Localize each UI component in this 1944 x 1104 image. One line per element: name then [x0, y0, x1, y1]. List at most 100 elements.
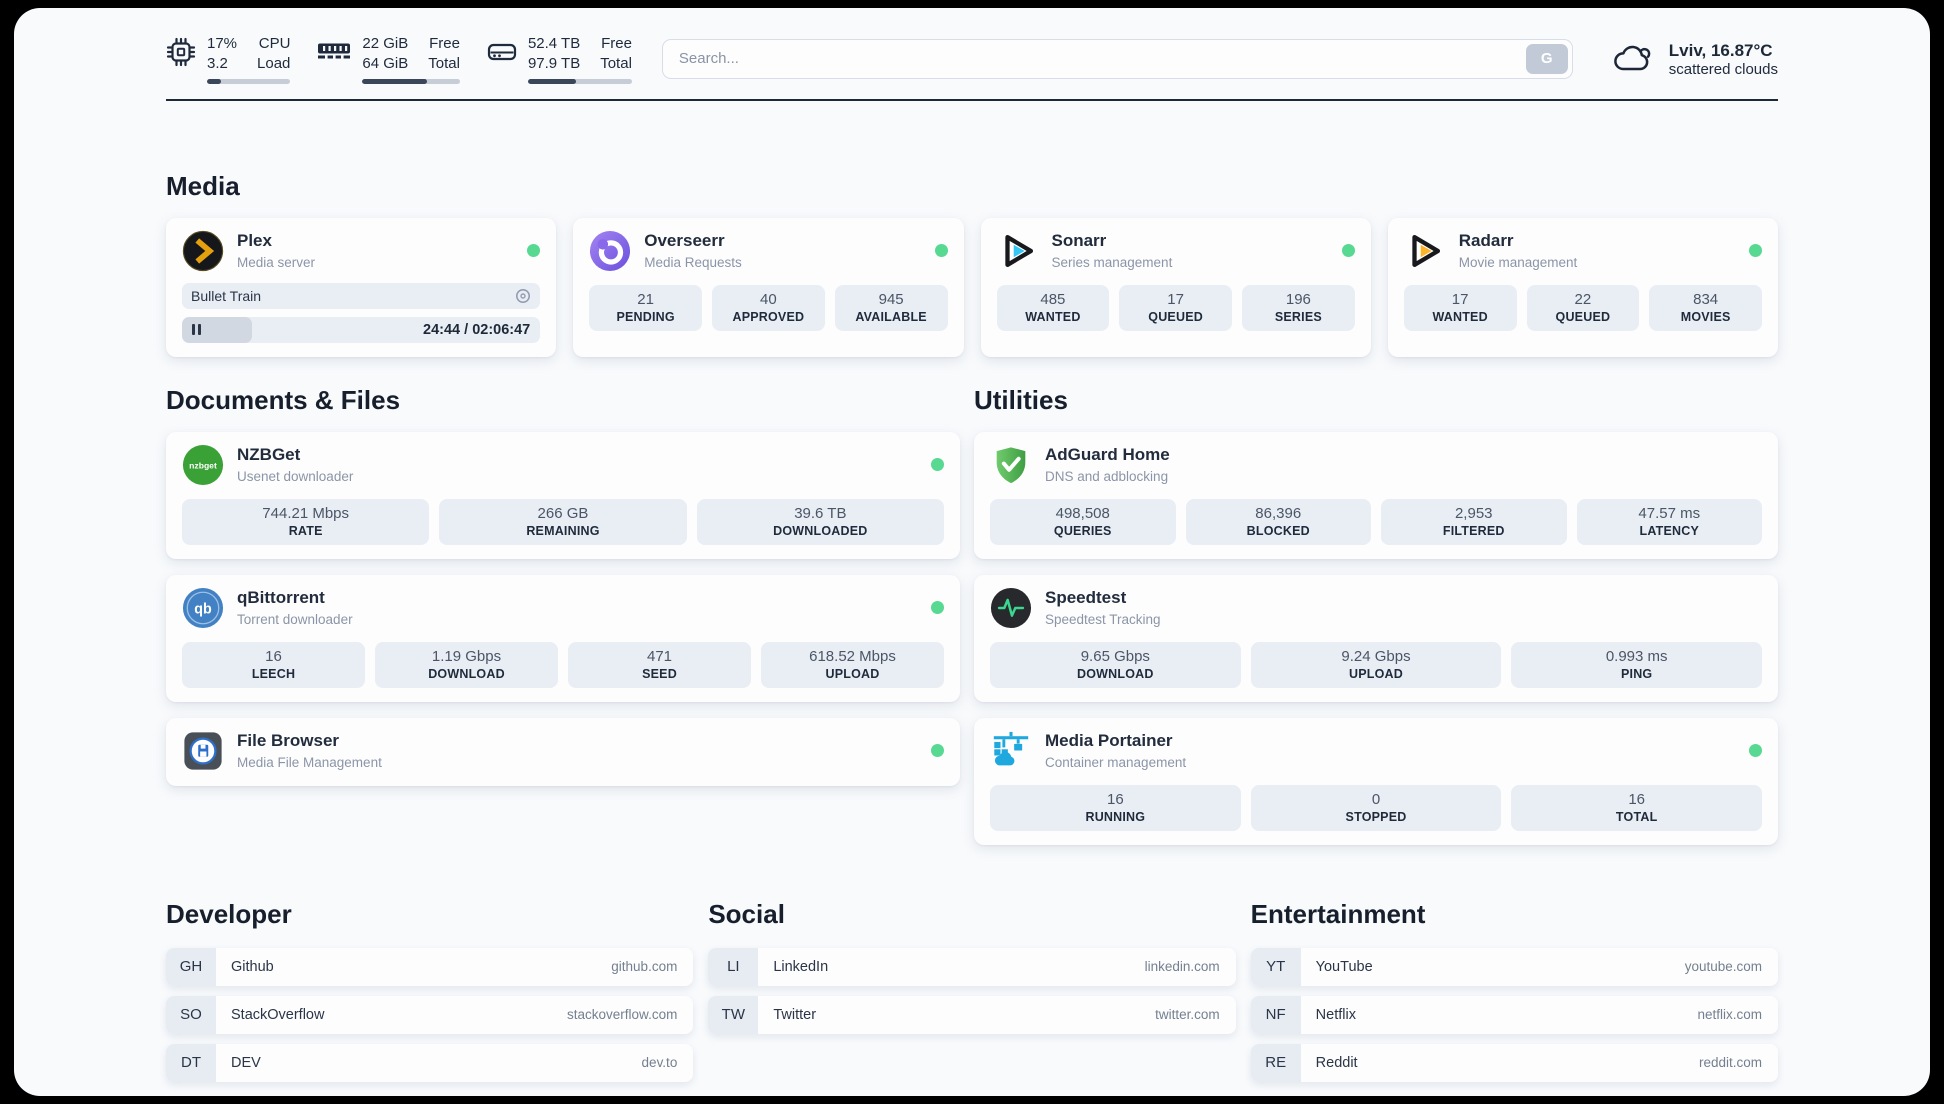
adguard-icon	[996, 446, 1026, 483]
app-title: File Browser	[237, 731, 340, 751]
disk-labels: Free Total	[600, 35, 632, 72]
radarr-icon	[1412, 234, 1440, 267]
ram-widget: 22 GiB 64 GiB Free Total	[317, 34, 460, 84]
bookmark-reddit[interactable]: RE Reddit reddit.com	[1250, 1043, 1778, 1082]
stat-box: 9.24 Gbps UPLOAD	[1250, 641, 1502, 688]
stat-box: 2,953 FILTERED	[1381, 498, 1567, 545]
ram-total: 64 GiB	[362, 54, 409, 72]
app-card-qbittorrent[interactable]: qb qBittorrent Torrent downloader 16 LEEC…	[166, 574, 960, 702]
disk-icon	[487, 43, 517, 61]
bookmark-url: stackoverflow.com	[567, 1007, 678, 1023]
app-subtitle: Usenet downloader	[237, 468, 354, 484]
app-card-radarr[interactable]: Radarr Movie management 17 WANTED 22 QUEUE…	[1387, 217, 1778, 357]
stat-box: 196 SERIES	[1242, 284, 1355, 331]
bookmark-dev[interactable]: DT DEV dev.to	[166, 1043, 694, 1082]
status-dot	[1341, 244, 1355, 258]
bookmark-twitter[interactable]: TW Twitter twitter.com	[708, 995, 1236, 1034]
svg-text:qb: qb	[194, 601, 212, 617]
cpu-progress-bar	[207, 78, 291, 84]
app-title: Radarr	[1458, 231, 1514, 251]
search-engine-button[interactable]: G	[1525, 43, 1568, 74]
status-dot	[1749, 744, 1762, 758]
bookmark-url: github.com	[611, 959, 678, 975]
stat-box: 16 RUNNING	[990, 784, 1241, 831]
stat-box: 86,396 BLOCKED	[1185, 498, 1371, 545]
stat-box: 471 SEED	[568, 641, 751, 688]
weather-location: Lviv, 16.87°C	[1668, 40, 1773, 60]
playback-progress-row: 24:44 / 02:06:47	[182, 316, 541, 343]
app-card-speedtest[interactable]: Speedtest Speedtest Tracking 9.65 Gbps DO…	[974, 574, 1778, 702]
bookmark-url: netflix.com	[1697, 1007, 1762, 1023]
stat-box: 47.57 ms LATENCY	[1576, 498, 1762, 545]
status-dot	[931, 744, 944, 758]
system-widgets: 17% 3.2 CPU Load 22 GiB 64 GiB Free Tota…	[166, 34, 632, 84]
status-dot	[527, 244, 541, 258]
app-card-plex[interactable]: Plex Media server Bullet Train 24:44 / 0…	[166, 217, 557, 357]
app-card-adguard[interactable]: AdGuard Home DNS and adblocking 498,508 Q…	[974, 431, 1778, 559]
bookmark-abbr: NF	[1250, 995, 1301, 1034]
stat-box: 0.993 ms PING	[1511, 641, 1763, 688]
app-title: Media Portainer	[1045, 731, 1173, 751]
cpu-chip-icon	[166, 37, 196, 67]
pause-icon[interactable]	[192, 324, 201, 336]
search-input[interactable]	[661, 38, 1573, 79]
disk-total: 97.9 TB	[527, 54, 581, 72]
bookmark-name: Github	[231, 958, 274, 975]
cloud-icon	[1613, 45, 1651, 71]
bookmark-github[interactable]: GH Github github.com	[166, 947, 694, 986]
app-subtitle: Speedtest Tracking	[1045, 611, 1161, 627]
cpu-load-value: 3.2	[207, 54, 228, 72]
bookmark-abbr: RE	[1250, 1043, 1301, 1082]
bookmark-linkedin[interactable]: LI LinkedIn linkedin.com	[708, 947, 1236, 986]
section-title-developer: Developer	[166, 898, 292, 929]
bookmark-url: reddit.com	[1698, 1055, 1762, 1071]
stat-box: 945 AVAILABLE	[834, 284, 948, 331]
bookmark-abbr: TW	[708, 995, 759, 1034]
stat-box: 39.6 TB DOWNLOADED	[696, 498, 944, 545]
top-bar: 17% 3.2 CPU Load 22 GiB 64 GiB Free Tota…	[166, 34, 1778, 84]
status-dot	[1749, 244, 1762, 258]
bookmark-name: Twitter	[773, 1006, 817, 1023]
app-title: AdGuard Home	[1045, 445, 1170, 465]
app-card-portainer[interactable]: Media Portainer Container management 16 R…	[974, 717, 1778, 845]
bookmark-url: twitter.com	[1155, 1007, 1220, 1023]
bookmark-name: DEV	[231, 1054, 261, 1071]
stat-box: 485 WANTED	[996, 284, 1110, 331]
app-card-filebrowser[interactable]: File Browser Media File Management	[166, 717, 960, 786]
nzbget-icon: nzbget	[182, 444, 224, 485]
disk-free: 52.4 TB	[527, 35, 581, 52]
bookmark-name: YouTube	[1315, 958, 1373, 975]
bookmark-abbr: LI	[708, 947, 759, 986]
status-dot	[931, 601, 944, 615]
app-subtitle: Torrent downloader	[237, 611, 353, 627]
bookmark-netflix[interactable]: NF Netflix netflix.com	[1250, 995, 1778, 1034]
disk-values: 52.4 TB 97.9 TB	[528, 34, 580, 74]
app-subtitle: Series management	[1051, 254, 1173, 270]
bookmark-stackoverflow[interactable]: SO StackOverflow stackoverflow.com	[166, 995, 694, 1034]
status-dot	[934, 244, 948, 258]
app-subtitle: Media Requests	[644, 254, 742, 270]
app-subtitle: Movie management	[1458, 254, 1578, 270]
ram-free: 22 GiB	[362, 35, 409, 52]
section-title-documents: Documents & Files	[166, 384, 401, 415]
bookmark-name: LinkedIn	[773, 958, 829, 975]
stat-box: 9.65 Gbps DOWNLOAD	[990, 641, 1241, 688]
cpu-percent: 17%	[207, 35, 238, 52]
stat-box: 0 STOPPED	[1250, 784, 1502, 831]
cpu-labels: CPU Load	[257, 35, 291, 72]
section-title-media: Media	[166, 170, 240, 201]
bookmark-youtube[interactable]: YT YouTube youtube.com	[1250, 947, 1778, 986]
qbittorrent-icon: qb	[182, 587, 224, 628]
stat-box: 498,508 QUERIES	[990, 498, 1176, 545]
app-card-sonarr[interactable]: Sonarr Series management 485 WANTED 17 QUE…	[980, 217, 1371, 357]
sonarr-icon	[1004, 234, 1033, 267]
plex-icon	[182, 230, 224, 271]
app-subtitle: Container management	[1045, 754, 1187, 770]
app-title: Sonarr	[1051, 231, 1107, 251]
app-card-overseerr[interactable]: Overseerr Media Requests 21 PENDING 40 APP…	[573, 217, 964, 357]
bookmark-abbr: SO	[166, 995, 216, 1034]
bookmark-abbr: GH	[166, 947, 216, 986]
ram-values: 22 GiB 64 GiB	[362, 34, 408, 74]
app-card-nzbget[interactable]: nzbget NZBGet Usenet downloader 744.21 M…	[166, 431, 960, 559]
dashboard-page: 17% 3.2 CPU Load 22 GiB 64 GiB Free Tota…	[14, 8, 1930, 1096]
